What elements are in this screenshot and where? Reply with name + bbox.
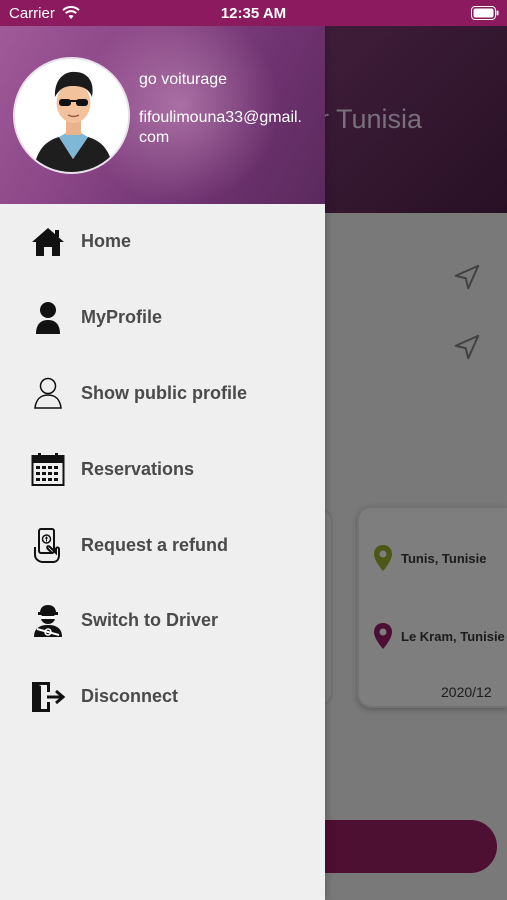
user-outline-icon bbox=[30, 375, 66, 411]
menu-item-label: Home bbox=[81, 231, 132, 252]
trip-date: 2020/12 bbox=[441, 684, 492, 700]
background-title: er Tunisia bbox=[325, 104, 423, 134]
navigation-arrow-icon[interactable] bbox=[452, 332, 482, 362]
trip-from: Tunis, Tunisie bbox=[373, 544, 486, 572]
menu-item-label: Request a refund bbox=[81, 534, 229, 555]
menu-item-label: MyProfile bbox=[81, 307, 163, 328]
trip-card[interactable]: Tunis, Tunisie Le Kram, Tunisie 2020/12 bbox=[357, 506, 507, 708]
menu-item-label: Switch to Driver bbox=[81, 610, 219, 631]
menu-item-label: Reservations bbox=[81, 458, 195, 479]
driver-icon bbox=[30, 603, 66, 639]
menu-item-home[interactable]: Home bbox=[0, 204, 325, 280]
background-action-button[interactable] bbox=[300, 820, 497, 873]
drawer-menu: Home MyProfile Show public profile Reser… bbox=[0, 204, 325, 735]
menu-item-reservations[interactable]: Reservations bbox=[0, 431, 325, 507]
trip-to-label: Le Kram, Tunisie bbox=[401, 628, 505, 644]
menu-item-label: Disconnect bbox=[81, 686, 179, 707]
navigation-arrow-icon[interactable] bbox=[452, 262, 482, 292]
avatar[interactable] bbox=[13, 57, 130, 174]
menu-item-label: Show public profile bbox=[81, 382, 247, 403]
drawer-header: go voiturage fifoulimouna33@gmail.com bbox=[0, 26, 325, 204]
home-icon bbox=[30, 224, 66, 260]
navigation-drawer: go voiturage fifoulimouna33@gmail.com Ho… bbox=[0, 0, 325, 900]
location-pin-icon bbox=[374, 545, 392, 571]
logout-door-icon bbox=[30, 679, 66, 715]
menu-item-switch-driver[interactable]: Switch to Driver bbox=[0, 583, 325, 659]
status-bar: Carrier 12:35 AM bbox=[0, 0, 507, 26]
battery-icon bbox=[471, 6, 499, 20]
user-email: fifoulimouna33@gmail.com bbox=[139, 109, 302, 146]
user-name: go voiturage bbox=[139, 71, 228, 88]
menu-item-myprofile[interactable]: MyProfile bbox=[0, 280, 325, 356]
trip-from-label: Tunis, Tunisie bbox=[401, 550, 487, 566]
avatar-illustration bbox=[15, 59, 128, 172]
menu-item-refund[interactable]: Request a refund bbox=[0, 507, 325, 583]
status-time: 12:35 AM bbox=[220, 5, 287, 22]
location-pin-icon bbox=[374, 623, 392, 649]
menu-item-disconnect[interactable]: Disconnect bbox=[0, 659, 325, 735]
calendar-icon bbox=[30, 451, 66, 487]
trip-to: Le Kram, Tunisie bbox=[373, 622, 505, 650]
refund-hand-icon bbox=[30, 527, 66, 564]
user-filled-icon bbox=[30, 300, 66, 336]
menu-item-public-profile[interactable]: Show public profile bbox=[0, 356, 325, 432]
